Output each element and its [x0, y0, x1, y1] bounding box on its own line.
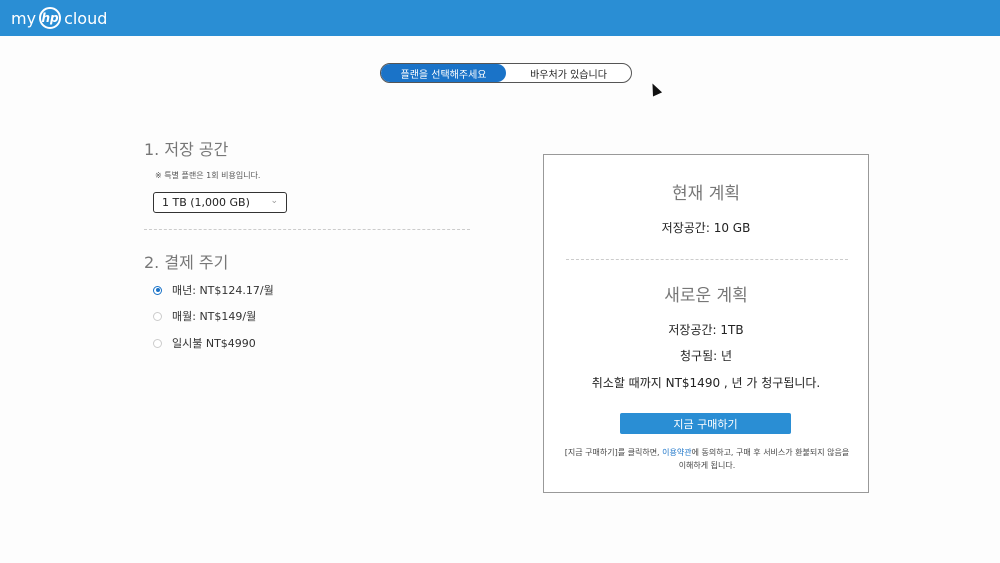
terms-text-after: 에 동의하고, 구매 후 서비스가 환불되지 않음을 이해하게 됩니다. — [678, 448, 850, 470]
storage-section-title: 1. 저장 공간 — [144, 140, 229, 159]
storage-size-value: 1 TB (1,000 GB) — [162, 196, 250, 209]
terms-notice: [지금 구매하기]를 클릭하면, 이용약관에 동의하고, 구매 후 서비스가 환… — [562, 446, 852, 472]
cancel-note-text: 취소할 때까지 NT$1490 , 년 가 청구됩니다. — [591, 376, 821, 390]
radio-button[interactable] — [153, 338, 162, 348]
billing-option-label: 일시불 NT$4990 — [172, 337, 256, 350]
plan-summary-card: 현재 계획 저장공간: 10 GB 새로운 계획 저장공간: 1TB 청구됨: … — [543, 154, 869, 493]
choose-plan-tab[interactable]: 플랜을 선택해주세요 — [381, 64, 506, 82]
radio-button-checked[interactable] — [153, 285, 162, 295]
new-plan-title: 새로운 계획 — [664, 286, 748, 306]
billing-option-label: 매년: NT$124.17/월 — [172, 284, 274, 297]
hp-logo-icon: hp — [39, 7, 62, 29]
myhp-cloud-logo[interactable]: my hp cloud — [11, 6, 107, 30]
logo-cloud-text: cloud — [64, 8, 108, 28]
billing-option-monthly[interactable]: 매월: NT$149/월 — [153, 308, 256, 324]
billing-option-yearly[interactable]: 매년: NT$124.17/월 — [153, 282, 274, 298]
current-plan-title: 현재 계획 — [672, 184, 740, 204]
billing-option-label: 매월: NT$149/월 — [172, 310, 257, 323]
logo-my-text: my — [11, 8, 37, 28]
radio-button[interactable] — [153, 311, 162, 321]
have-voucher-tab[interactable]: 바우처가 있습니다 — [506, 64, 631, 82]
billing-option-onetime[interactable]: 일시불 NT$4990 — [153, 335, 256, 351]
special-plan-note: ※ 특별 플랜은 1회 비용입니다. — [155, 171, 261, 180]
mouse-cursor-icon — [647, 81, 663, 97]
terms-of-use-link[interactable]: 이용약관 — [662, 448, 691, 457]
current-storage-text: 저장공간: 10 GB — [661, 221, 751, 235]
buy-now-button[interactable]: 지금 구매하기 — [620, 413, 791, 434]
card-divider — [566, 259, 848, 260]
top-bar: my hp cloud — [0, 0, 1000, 36]
billed-period-text: 청구됨: 년 — [679, 349, 733, 363]
section-divider — [144, 229, 470, 230]
terms-text-before: [지금 구매하기]를 클릭하면, — [564, 448, 663, 457]
plan-voucher-toggle: 플랜을 선택해주세요 바우처가 있습니다 — [380, 63, 632, 83]
billing-section-title: 2. 결제 주기 — [144, 253, 229, 272]
storage-size-select[interactable]: 1 TB (1,000 GB) ⌄ — [153, 192, 287, 213]
chevron-down-icon: ⌄ — [270, 196, 278, 206]
new-storage-text: 저장공간: 1TB — [668, 323, 744, 337]
